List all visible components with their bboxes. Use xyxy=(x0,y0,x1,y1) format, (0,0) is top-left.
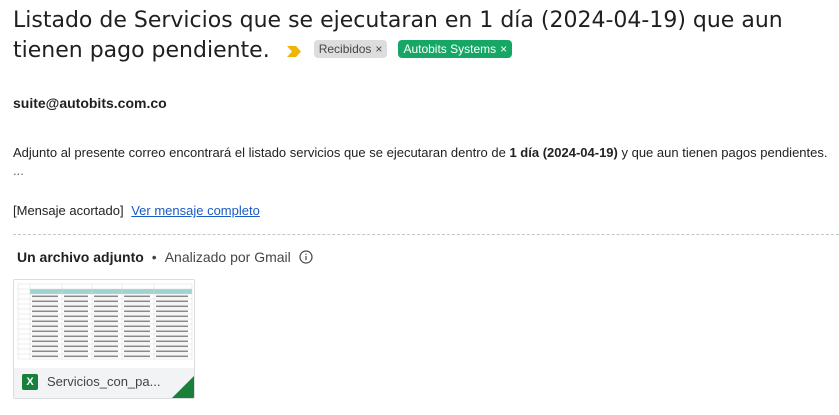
attachments-header: Un archivo adjunto • Analizado por Gmail xyxy=(17,249,313,265)
divider xyxy=(13,234,839,235)
scanned-by-gmail: Analizado por Gmail xyxy=(164,249,291,265)
remove-label-icon[interactable]: × xyxy=(375,42,382,56)
attachment-card[interactable]: X Servicios_con_pa... xyxy=(13,279,195,399)
body-text-prefix: Adjunto al presente correo encontrará el… xyxy=(13,145,510,160)
remove-label-icon[interactable]: × xyxy=(500,42,507,56)
message-body: Adjunto al presente correo encontrará el… xyxy=(13,145,828,160)
body-text-bold: 1 día (2024-04-19) xyxy=(509,145,618,160)
truncated-notice: [Mensaje acortado] Ver mensaje completo xyxy=(13,203,260,218)
important-marker-icon[interactable] xyxy=(286,45,301,57)
separator-dot: • xyxy=(151,249,157,265)
excel-icon: X xyxy=(22,374,38,390)
view-full-message-link[interactable]: Ver mensaje completo xyxy=(131,203,260,218)
sender-address[interactable]: suite@autobits.com.co xyxy=(13,95,167,111)
attachment-footer: X Servicios_con_pa... xyxy=(14,368,194,398)
file-type-corner xyxy=(172,376,194,398)
trimmed-content-toggle[interactable]: ... xyxy=(13,163,24,178)
info-icon[interactable] xyxy=(299,250,313,264)
attachment-count: Un archivo adjunto xyxy=(17,249,144,265)
attachment-filename: Servicios_con_pa... xyxy=(47,374,161,389)
label-recibidos[interactable]: Recibidos × xyxy=(313,40,388,58)
label-text: Autobits Systems xyxy=(403,42,497,56)
email-subject: Listado de Servicios que se ejecutaran e… xyxy=(13,6,813,66)
label-autobits-systems[interactable]: Autobits Systems × xyxy=(398,40,513,58)
body-text-suffix: y que aun tienen pagos pendientes. xyxy=(617,145,828,160)
truncated-text: [Mensaje acortado] xyxy=(13,203,124,218)
label-text: Recibidos xyxy=(318,42,372,56)
